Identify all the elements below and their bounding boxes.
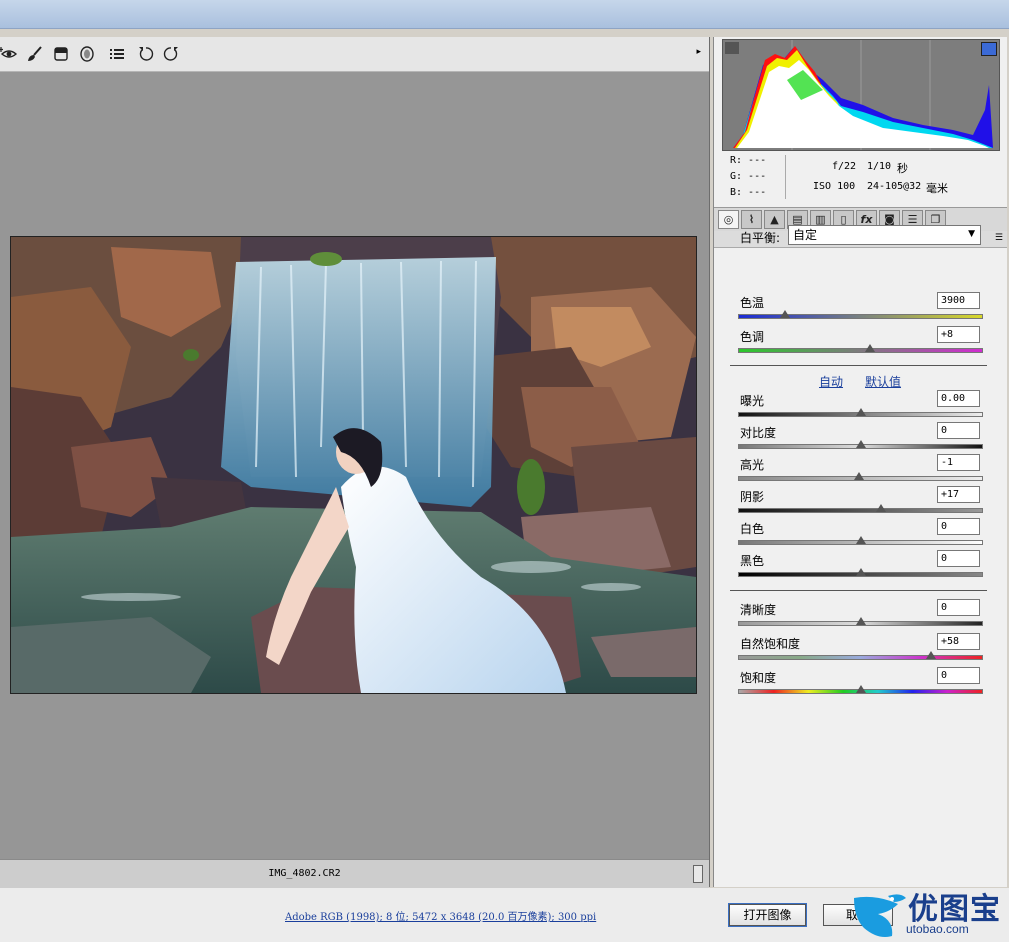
tint-thumb[interactable]: [865, 344, 876, 352]
red-readout: R: ---: [730, 155, 767, 166]
saturation-slider[interactable]: [738, 685, 983, 694]
highlights-label: 高光: [740, 458, 765, 472]
whites-slider[interactable]: [738, 536, 983, 545]
white-balance-label: 白平衡:: [740, 231, 781, 245]
contrast-slider[interactable]: [738, 440, 983, 449]
blacks-label: 黑色: [740, 554, 765, 568]
vibrance-slider[interactable]: [738, 651, 983, 660]
blacks-thumb[interactable]: [855, 568, 866, 576]
shadows-slider[interactable]: [738, 504, 983, 513]
lens-unit: 毫米: [926, 182, 948, 195]
adjustments-panel: R: --- G: --- B: --- f/22 1/10 秒 ISO 100…: [713, 37, 1007, 887]
highlight-clipping-icon[interactable]: [981, 42, 997, 56]
auto-link[interactable]: 自动: [819, 373, 843, 390]
image-info: R: --- G: --- B: --- f/22 1/10 秒 ISO 100…: [714, 151, 1007, 205]
basic-icon[interactable]: ◎: [718, 210, 739, 229]
graduated-filter-icon[interactable]: [52, 45, 70, 63]
red-eye-icon[interactable]: [0, 45, 18, 63]
chevron-down-icon: ▼: [968, 229, 975, 239]
exposure-thumb[interactable]: [855, 408, 866, 416]
workflow-options-link[interactable]: Adobe RGB (1998); 8 位; 5472 x 3648 (20.0…: [285, 908, 596, 923]
rotate-right-icon[interactable]: [162, 45, 180, 63]
shadows-thumb[interactable]: [876, 504, 887, 512]
preferences-list-icon[interactable]: [108, 45, 126, 63]
contrast-thumb[interactable]: [855, 440, 866, 448]
open-image-button[interactable]: 打开图像: [729, 904, 806, 926]
highlights-value[interactable]: -1: [937, 454, 980, 471]
white-balance-select[interactable]: 自定 ▼: [788, 225, 981, 245]
clarity-thumb[interactable]: [855, 617, 866, 625]
tint-label: 色调: [740, 330, 765, 344]
section-divider: [730, 365, 987, 366]
white-balance-value: 自定: [793, 228, 818, 242]
blacks-slider[interactable]: [738, 568, 983, 577]
temperature-value[interactable]: 3900: [937, 292, 980, 309]
blue-readout: B: ---: [730, 187, 767, 198]
saturation-value[interactable]: 0: [937, 667, 980, 684]
filename-label: IMG_4802.CR2: [268, 868, 341, 879]
shutter-unit: 秒: [897, 162, 908, 175]
section-menu-icon[interactable]: ☰: [995, 233, 1003, 243]
highlights-thumb[interactable]: [854, 472, 865, 480]
preview-pane: ▸ IMG_4802.CR2: [0, 37, 710, 888]
image-preview[interactable]: [10, 236, 697, 694]
lens-readout: 24-105@32: [867, 181, 922, 192]
clarity-label: 清晰度: [740, 603, 777, 617]
saturation-label: 饱和度: [740, 671, 777, 685]
contrast-value[interactable]: 0: [937, 422, 980, 439]
iso-readout: ISO 100: [813, 181, 856, 192]
histogram: [722, 39, 1000, 151]
blacks-value[interactable]: 0: [937, 550, 980, 567]
clarity-value[interactable]: 0: [937, 599, 980, 616]
default-link[interactable]: 默认值: [865, 373, 901, 390]
adjustment-brush-icon[interactable]: [26, 45, 44, 63]
watermark-logo: 优图宝 utobao.com: [848, 884, 1009, 942]
vibrance-thumb[interactable]: [925, 651, 936, 659]
radial-filter-icon[interactable]: [78, 45, 96, 63]
info-divider: [785, 155, 786, 199]
rotate-left-icon[interactable]: [137, 45, 155, 63]
temperature-slider[interactable]: [738, 310, 983, 319]
shadows-label: 阴影: [740, 490, 765, 504]
saturation-thumb[interactable]: [855, 685, 866, 693]
tint-slider[interactable]: [738, 344, 983, 353]
exposure-label: 曝光: [740, 394, 765, 408]
shadows-value[interactable]: +17: [937, 486, 980, 503]
exposure-slider[interactable]: [738, 408, 983, 417]
whites-value[interactable]: 0: [937, 518, 980, 535]
temperature-label: 色温: [740, 296, 765, 310]
tool-bar: ▸: [0, 37, 709, 72]
watermark-url: utobao.com: [906, 922, 969, 936]
tone-curve-icon[interactable]: ⌇: [741, 210, 762, 229]
aperture-readout: f/22: [832, 161, 857, 172]
exposure-value[interactable]: 0.00: [937, 390, 980, 407]
filebar-menu-icon[interactable]: [693, 865, 703, 883]
tint-value[interactable]: +8: [937, 326, 980, 343]
temperature-thumb[interactable]: [780, 310, 791, 318]
shutter-readout: 1/10: [867, 161, 892, 172]
highlights-slider[interactable]: [738, 472, 983, 481]
whites-thumb[interactable]: [855, 536, 866, 544]
toolbar-menu-icon[interactable]: ▸: [696, 47, 701, 57]
shadow-clipping-icon[interactable]: [725, 42, 739, 54]
whites-label: 白色: [740, 522, 765, 536]
detail-icon[interactable]: ▲: [764, 210, 785, 229]
clarity-slider[interactable]: [738, 617, 983, 626]
window-titlebar: [0, 0, 1009, 29]
vibrance-value[interactable]: +58: [937, 633, 980, 650]
vibrance-label: 自然饱和度: [740, 637, 801, 651]
section-divider: [730, 590, 987, 591]
green-readout: G: ---: [730, 171, 767, 182]
filename-bar: IMG_4802.CR2: [0, 859, 709, 888]
contrast-label: 对比度: [740, 426, 777, 440]
bird-logo-icon: [854, 894, 906, 937]
